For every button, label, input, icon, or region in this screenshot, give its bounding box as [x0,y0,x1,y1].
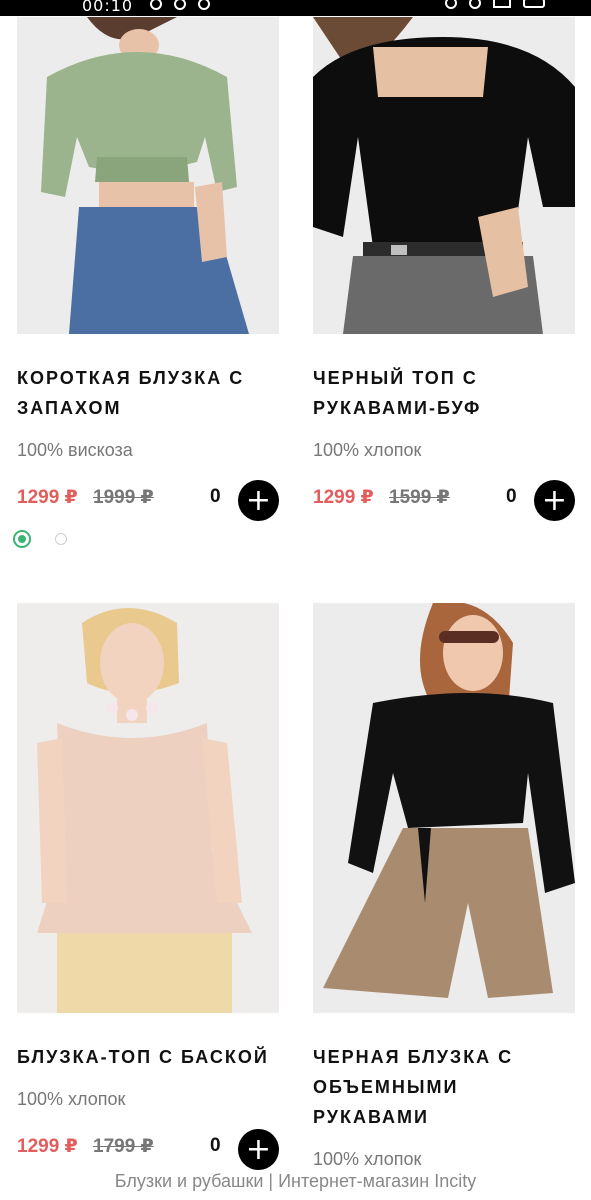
product-card[interactable]: ЧЕРНАЯ БЛУЗКА С ОБЪЕМНЫМИ РУКАВАМИ 100% … [313,603,575,1171]
add-to-cart-button[interactable]: + [238,480,279,521]
product-title[interactable]: ЧЕРНАЯ БЛУЗКА С ОБЪЕМНЫМИ РУКАВАМИ [313,1042,575,1132]
sale-price: 1299 ₽ [313,487,374,508]
price-row: 1299 ₽ 1799 ₽ 0 + [17,1129,279,1170]
cart-quantity: 0 [210,486,221,507]
product-photo-illustration [17,17,279,334]
product-photo-illustration [17,603,279,1013]
cart-quantity: 0 [210,1135,221,1156]
add-to-cart-button[interactable]: + [534,480,575,521]
sale-price: 1299 ₽ [17,487,78,508]
product-photo[interactable] [17,17,279,334]
page-title: Блузки и рубашки | Интернет-магазин Inci… [114,1171,477,1191]
product-title[interactable]: БЛУЗКА-ТОП С БАСКОЙ [17,1042,279,1072]
old-price: 1599 ₽ [389,487,450,508]
add-to-cart-button[interactable]: + [238,1129,279,1170]
product-material: 100% хлопок [17,1089,126,1109]
product-card[interactable]: БЛУЗКА-ТОП С БАСКОЙ 100% хлопок 1299 ₽ 1… [17,603,279,1170]
old-price: 1999 ₽ [93,487,154,508]
product-grid: КОРОТКАЯ БЛУЗКА С ЗАПАХОМ 100% вискоза 1… [0,0,591,1200]
product-material: 100% хлопок [313,440,422,460]
price-row: 1299 ₽ 1599 ₽ 0 + [313,480,575,521]
product-photo[interactable] [313,17,575,334]
product-material: 100% вискоза [17,440,133,460]
product-card[interactable]: КОРОТКАЯ БЛУЗКА С ЗАПАХОМ 100% вискоза 1… [17,17,279,521]
cart-quantity: 0 [506,486,517,507]
product-photo[interactable] [313,603,575,1013]
color-swatch[interactable] [55,533,67,545]
sale-price: 1299 ₽ [17,1136,78,1157]
product-photo-illustration [313,17,575,334]
color-swatches [13,530,67,548]
product-material: 100% хлопок [313,1149,422,1169]
color-swatch-selected[interactable] [13,530,31,548]
price-row: 1299 ₽ 1999 ₽ 0 + [17,480,279,521]
product-title[interactable]: ЧЕРНЫЙ ТОП С РУКАВАМИ-БУФ [313,363,575,423]
product-photo-illustration [313,603,575,1013]
old-price: 1799 ₽ [93,1136,154,1157]
product-card[interactable]: ЧЕРНЫЙ ТОП С РУКАВАМИ-БУФ 100% хлопок 12… [313,17,575,521]
product-title[interactable]: КОРОТКАЯ БЛУЗКА С ЗАПАХОМ [17,363,279,423]
product-photo[interactable] [17,603,279,1013]
